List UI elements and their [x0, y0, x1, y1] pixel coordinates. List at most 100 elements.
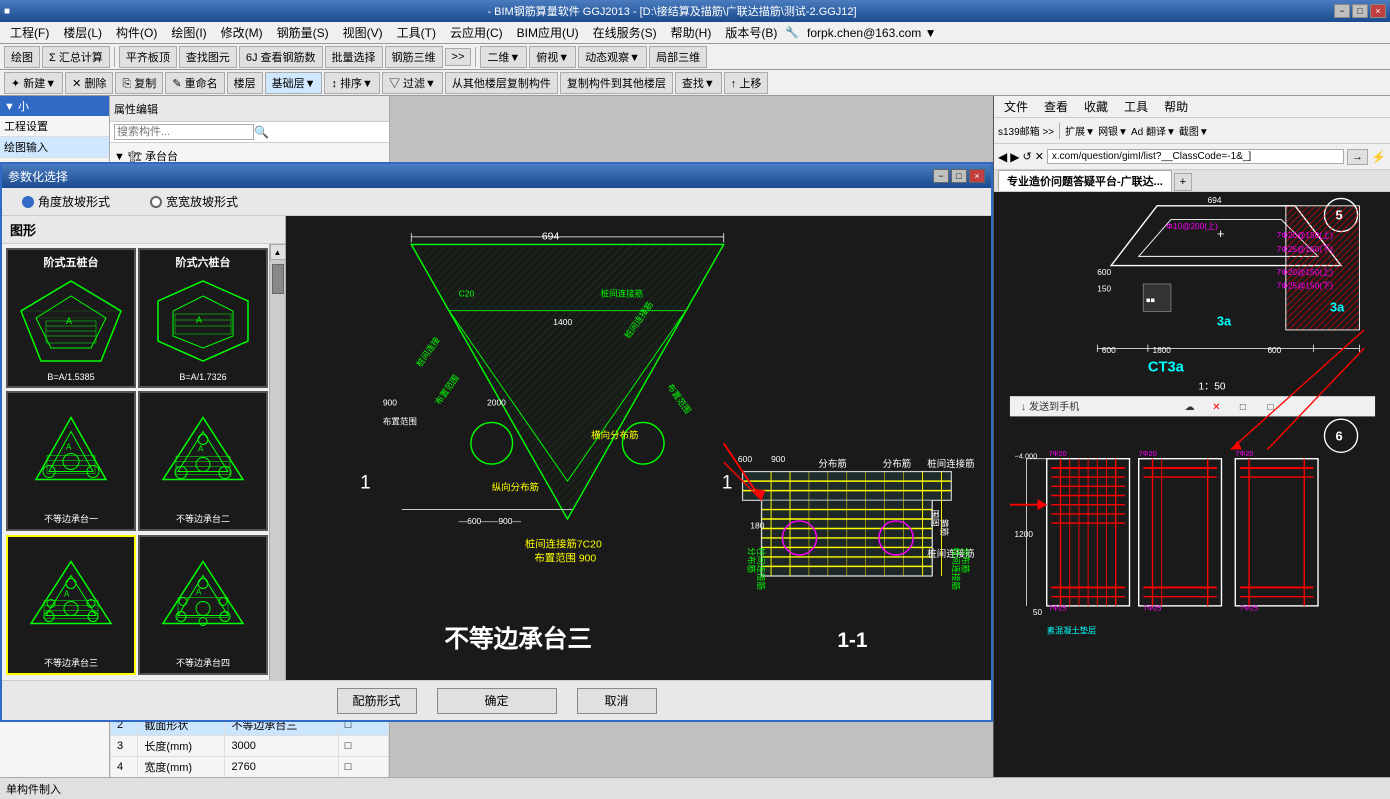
menu-item-version[interactable]: 版本号(B) [719, 22, 783, 43]
radio-angle-label: 角度放坡形式 [38, 193, 110, 210]
svg-text:7Φ25@150(下): 7Φ25@150(下) [1277, 245, 1334, 254]
tb-local-3d[interactable]: 局部三维 [649, 46, 707, 68]
radio-width-slope[interactable]: 宽宽放坡形式 [150, 193, 238, 210]
tb-sort[interactable]: ↕ 排序▼ [324, 72, 379, 94]
user-icon: 🔧 [785, 26, 799, 39]
config-rebar-button[interactable]: 配筋形式 [337, 688, 417, 714]
cancel-button[interactable]: 取消 [577, 688, 657, 714]
menu-item-draw[interactable]: 绘图(I) [165, 22, 212, 43]
shape-thumb-3[interactable]: A 不等边承台一 [6, 391, 136, 531]
svg-text:600: 600 [1097, 268, 1111, 277]
tb-more[interactable]: >> [445, 48, 472, 66]
menu-item-online[interactable]: 在线服务(S) [587, 22, 663, 43]
svg-text:桩间连接筋7C20: 桩间连接筋7C20 [525, 537, 602, 550]
radio-angle-slope[interactable]: 角度放坡形式 [22, 193, 110, 210]
browser-tab-active[interactable]: 专业造价问题答疑平台-广联达... [998, 170, 1172, 191]
dialog-maximize-button[interactable]: □ [951, 169, 967, 183]
prop-row-4-value[interactable]: 2760 [225, 757, 338, 778]
browser-menu-view[interactable]: 查看 [1038, 96, 1074, 117]
svg-text:1-1: 1-1 [837, 629, 867, 652]
ok-button[interactable]: 确定 [437, 688, 557, 714]
browser-address-input[interactable] [1047, 149, 1344, 164]
tb-floor[interactable]: 楼层 [227, 72, 263, 94]
browser-refresh[interactable]: ↺ [1022, 150, 1031, 163]
tb-move-up[interactable]: ↑ 上移 [724, 72, 769, 94]
left-item-draw-input[interactable]: 绘图输入 [0, 137, 109, 158]
shape-svg-5: A [11, 541, 131, 656]
shape-thumb-4[interactable]: A 不等边承台二 [138, 391, 268, 531]
browser-menu-tools[interactable]: 工具 [1118, 96, 1154, 117]
dialog-title-bar: 参数化选择 − □ × [2, 164, 991, 188]
browser-go[interactable]: → [1347, 149, 1368, 165]
menu-item-rebar[interactable]: 钢筋量(S) [271, 22, 335, 43]
tb-base-floor[interactable]: 基础层▼ [265, 72, 323, 94]
menu-item-help[interactable]: 帮助(H) [665, 22, 718, 43]
browser-icon: ⚡ [1371, 150, 1386, 164]
svg-text:1：50: 1：50 [1198, 382, 1225, 393]
tb-rebar-view[interactable]: 6J 查看钢筋数 [239, 46, 323, 68]
statusbar-text: 单构件制入 [6, 781, 61, 797]
shape-thumb-1[interactable]: 阶式五桩台 A [6, 248, 136, 388]
shapes-scrollbar[interactable]: ▲ ▼ [269, 244, 285, 680]
tb-calc[interactable]: Σ 汇总计算 [42, 46, 110, 68]
tb-3d-rebar[interactable]: 钢筋三维 [385, 46, 443, 68]
browser-back[interactable]: ◀ [998, 150, 1007, 164]
browser-inbox[interactable]: s139邮箱 >> [998, 123, 1054, 138]
tb-copy-to-floor[interactable]: 复制构件到其他楼层 [560, 72, 673, 94]
scroll-thumb[interactable] [272, 264, 284, 294]
browser-stop[interactable]: ✕ [1035, 150, 1044, 163]
tree-toolbar: 属性编辑 [110, 96, 389, 122]
svg-text:纵向分布筋: 纵向分布筋 [492, 482, 539, 494]
browser-screenshot[interactable]: 截图▼ [1179, 123, 1209, 138]
tb-rename[interactable]: ✎ 重命名 [165, 72, 224, 94]
shape-thumb-2[interactable]: 阶式六桩台 A B=A/1.7326 [138, 248, 268, 388]
prop-row-3-value[interactable]: 3000 [225, 736, 338, 757]
shape-thumb-5[interactable]: A 不等边承台三 [6, 535, 136, 675]
menu-item-bim[interactable]: BIM应用(U) [511, 22, 585, 43]
close-button[interactable]: × [1370, 4, 1386, 18]
svg-text:桩间连接筋: 桩间连接筋 [601, 288, 644, 298]
browser-netbank[interactable]: 网银▼ [1098, 123, 1128, 138]
left-item-project-settings[interactable]: 工程设置 [0, 116, 109, 137]
svg-text:—600——900—: —600——900— [459, 516, 522, 526]
menu-item-component[interactable]: 构件(O) [110, 22, 163, 43]
svg-text:7Φ20: 7Φ20 [1139, 449, 1157, 458]
tb-draw[interactable]: 绘图 [4, 46, 40, 68]
browser-menu-help[interactable]: 帮助 [1158, 96, 1194, 117]
tb-copy[interactable]: ⎘ 复制 [115, 72, 163, 94]
tb-filter[interactable]: ▽ 过滤▼ [382, 72, 443, 94]
browser-forward[interactable]: ▶ [1010, 150, 1019, 164]
tb-search[interactable]: 查找▼ [675, 72, 722, 94]
menu-item-cloud[interactable]: 云应用(C) [444, 22, 509, 43]
maximize-button[interactable]: □ [1352, 4, 1368, 18]
browser-toolbar-bar: s139邮箱 >> 扩展▼ 网银▼ Ad 翻译▼ 截图▼ [994, 118, 1390, 144]
menu-item-floor[interactable]: 楼层(L) [57, 22, 108, 43]
tb-2d[interactable]: 二维▼ [480, 46, 527, 68]
radio-width-dot [150, 196, 162, 208]
dialog-minimize-button[interactable]: − [933, 169, 949, 183]
tb-dynamic[interactable]: 动态观察▼ [578, 46, 647, 68]
browser-expand[interactable]: 扩展▼ [1065, 123, 1095, 138]
tb-top-view[interactable]: 俯视▼ [529, 46, 576, 68]
tb-delete[interactable]: ✕ 删除 [65, 72, 113, 94]
scroll-up[interactable]: ▲ [270, 244, 286, 260]
menu-item-project[interactable]: 工程(F) [4, 22, 55, 43]
browser-translate[interactable]: Ad 翻译▼ [1131, 123, 1176, 138]
browser-menu-bookmarks[interactable]: 收藏 [1078, 96, 1114, 117]
menu-item-tools[interactable]: 工具(T) [391, 22, 442, 43]
browser-new-tab[interactable]: + [1174, 173, 1192, 191]
menu-item-user[interactable]: forpk.chen@163.com ▼ [801, 24, 942, 42]
search-input[interactable] [114, 124, 254, 140]
menu-item-view[interactable]: 视图(V) [337, 22, 389, 43]
tb-copy-from-floor[interactable]: 从其他楼层复制构件 [445, 72, 558, 94]
shape-thumb-6[interactable]: A 不等边承台四 [138, 535, 268, 675]
tb-find[interactable]: 查找图元 [179, 46, 237, 68]
minimize-button[interactable]: − [1334, 4, 1350, 18]
menu-item-modify[interactable]: 修改(M) [215, 22, 269, 43]
tb-align[interactable]: 平齐板顶 [119, 46, 177, 68]
window-controls: − □ × [1334, 4, 1386, 18]
tb-new[interactable]: ✦ 新建▼ [4, 72, 63, 94]
dialog-close-button[interactable]: × [969, 169, 985, 183]
tb-batch[interactable]: 批量选择 [325, 46, 383, 68]
browser-menu-file[interactable]: 文件 [998, 96, 1034, 117]
